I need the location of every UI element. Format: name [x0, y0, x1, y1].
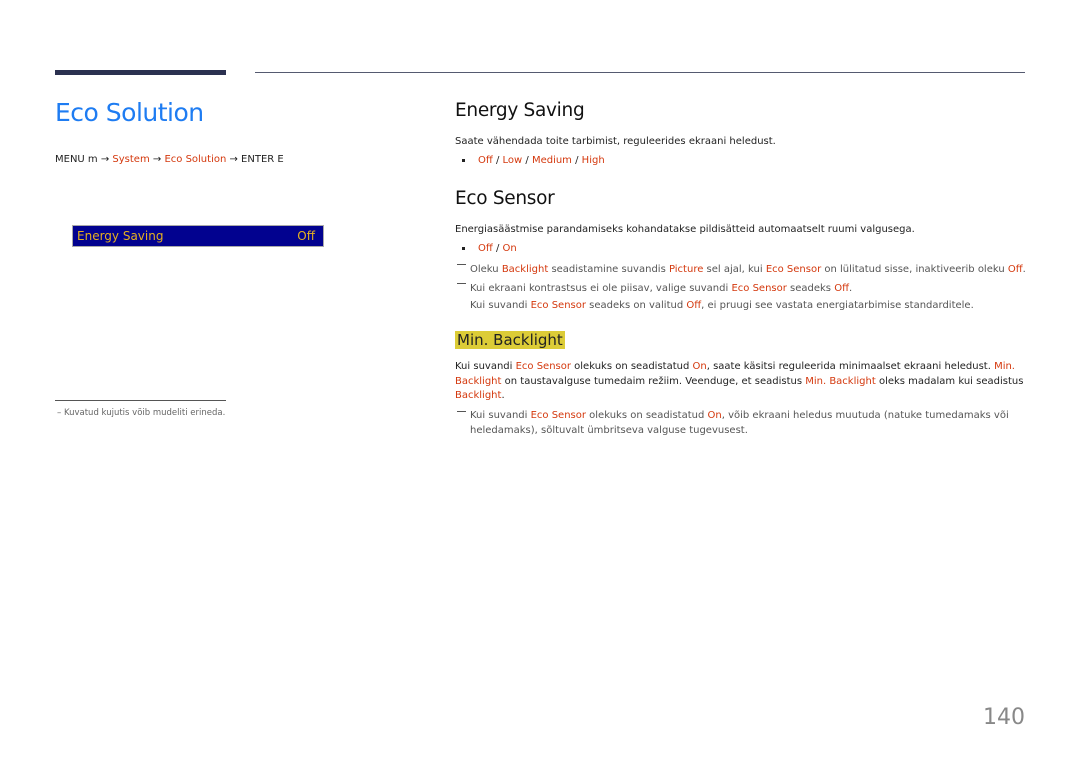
eco-sensor-note-2: Kui ekraani kontrastsus ei ole piisav, v…	[457, 280, 974, 314]
text: seadeks on valitud	[585, 300, 687, 311]
page-number: 140	[983, 705, 1025, 730]
text: .	[848, 283, 853, 294]
eco-sensor-heading: Eco Sensor	[455, 188, 555, 209]
text: on lülitatud sisse, inaktiveerib oleku	[821, 264, 1008, 275]
text: .	[501, 390, 505, 401]
text: olekuks on seadistatud	[570, 361, 693, 372]
sep: /	[571, 155, 582, 166]
text: Kui suvandi	[455, 361, 516, 372]
term: Backlight	[455, 390, 502, 401]
energy-saving-heading: Energy Saving	[455, 100, 585, 121]
path-arrow: →	[149, 154, 165, 165]
min-backlight-heading: Min. Backlight	[455, 331, 565, 349]
term: On	[707, 410, 722, 421]
term: Backlight	[501, 264, 549, 275]
energy-saving-desc: Saate vähendada toite tarbimist, regulee…	[455, 136, 776, 147]
path-menu: MENU m →	[55, 154, 113, 165]
note-dash-icon	[457, 264, 466, 265]
min-backlight-desc: Kui suvandi Eco Sensor olekuks on seadis…	[455, 360, 1025, 404]
text: Oleku	[470, 264, 502, 275]
eco-sensor-desc: Energiasäästmise parandamiseks kohandata…	[455, 224, 915, 235]
sep: /	[492, 155, 503, 166]
term: Min. Backlight	[805, 375, 876, 387]
footnote-rule	[55, 400, 226, 401]
term: Eco Sensor	[515, 361, 571, 372]
text: oleks madalam kui seadistus	[875, 375, 1024, 387]
bullet-icon	[462, 158, 465, 162]
menu-item-value: Off	[297, 229, 315, 243]
text: on taustavalguse tumedaim režiim. Veendu…	[501, 375, 806, 387]
option-low: Low	[502, 155, 523, 166]
energy-saving-options: Off / Low / Medium / High	[462, 155, 605, 166]
term: On	[692, 361, 707, 372]
text: Kui suvandi	[470, 300, 531, 311]
text: seadistamine suvandis	[548, 264, 669, 275]
menu-item-label: Energy Saving	[77, 229, 164, 243]
text: Kui ekraani kontrastsus ei ole piisav, v…	[470, 283, 732, 294]
option-high: High	[581, 155, 605, 166]
path-system: System	[112, 154, 150, 165]
term: Eco Sensor	[530, 300, 586, 311]
option-on: On	[502, 243, 517, 254]
text: , ei pruugi see vastata energiatarbimise…	[701, 300, 974, 311]
term: Eco Sensor	[530, 410, 586, 421]
min-backlight-note: Kui suvandi Eco Sensor olekuks on seadis…	[457, 408, 1017, 438]
text: Kui suvandi	[470, 410, 531, 421]
text: seadeks	[786, 283, 835, 294]
option-off: Off	[478, 243, 493, 254]
sep: /	[492, 243, 503, 254]
note-dash-icon	[457, 411, 466, 412]
text: olekuks on seadistatud	[585, 410, 708, 421]
menu-path: MENU m → System → Eco Solution → ENTER E	[55, 154, 284, 165]
eco-sensor-options: Off / On	[462, 243, 517, 254]
footnote: – Kuvatud kujutis võib mudeliti erineda.	[57, 408, 226, 418]
header-rule-thick	[55, 70, 226, 75]
note-dash-icon	[457, 283, 466, 284]
text: .	[1022, 264, 1026, 275]
option-medium: Medium	[531, 155, 572, 166]
eco-sensor-note-1: Oleku Backlight seadistamine suvandis Pi…	[457, 261, 1026, 278]
menu-item-energy-saving[interactable]: Energy Saving Off	[72, 225, 324, 247]
bullet-icon	[462, 246, 465, 250]
path-enter: → ENTER E	[226, 154, 284, 165]
sep: /	[522, 155, 532, 166]
text: , saate käsitsi reguleerida minimaalset …	[706, 361, 995, 372]
path-eco-solution: Eco Solution	[164, 154, 227, 165]
term: Picture	[668, 264, 704, 275]
option-off: Off	[478, 155, 493, 166]
term: Off	[834, 283, 849, 294]
term: Eco Sensor	[731, 283, 787, 294]
header-rule-thin	[255, 72, 1025, 73]
page-title: Eco Solution	[55, 98, 204, 127]
text: sel ajal, kui	[703, 264, 766, 275]
term: Off	[1007, 264, 1023, 275]
term: Off	[686, 300, 702, 311]
term: Eco Sensor	[765, 264, 822, 275]
